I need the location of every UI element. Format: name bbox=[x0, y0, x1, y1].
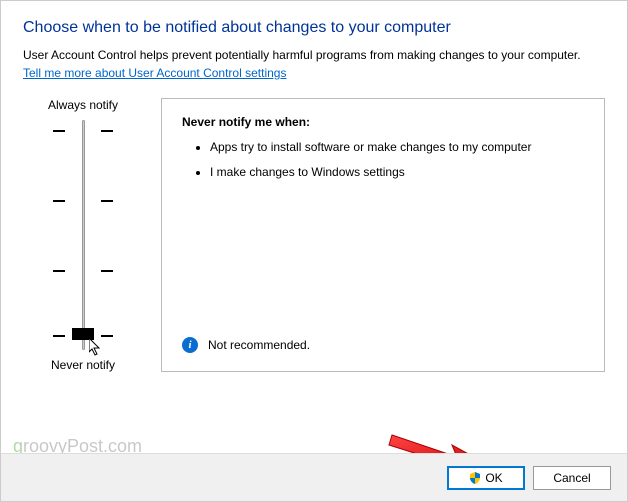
panel-bullet: I make changes to Windows settings bbox=[210, 164, 584, 181]
slider-label-bottom: Never notify bbox=[51, 358, 115, 372]
slider-track[interactable] bbox=[82, 120, 85, 350]
ok-button[interactable]: OK bbox=[447, 466, 525, 490]
dialog-footer: OK Cancel bbox=[1, 453, 627, 501]
slider-thumb[interactable] bbox=[72, 328, 94, 340]
slider-label-top: Always notify bbox=[48, 98, 118, 112]
info-panel: Never notify me when: Apps try to instal… bbox=[161, 98, 605, 372]
page-title: Choose when to be notified about changes… bbox=[23, 19, 605, 37]
cancel-button[interactable]: Cancel bbox=[533, 466, 611, 490]
ok-button-label: OK bbox=[485, 471, 502, 485]
help-link[interactable]: Tell me more about User Account Control … bbox=[23, 66, 286, 80]
panel-bullet: Apps try to install software or make cha… bbox=[210, 139, 584, 156]
cancel-button-label: Cancel bbox=[553, 471, 590, 485]
shield-icon bbox=[469, 472, 481, 484]
slider-tick bbox=[53, 200, 113, 202]
slider-tick bbox=[53, 270, 113, 272]
recommendation-text: Not recommended. bbox=[208, 338, 310, 352]
slider-tick bbox=[53, 130, 113, 132]
notification-slider: Always notify Never notify bbox=[23, 98, 143, 372]
page-description: User Account Control helps prevent poten… bbox=[23, 47, 605, 64]
panel-title: Never notify me when: bbox=[182, 115, 584, 129]
info-icon: i bbox=[182, 337, 198, 353]
